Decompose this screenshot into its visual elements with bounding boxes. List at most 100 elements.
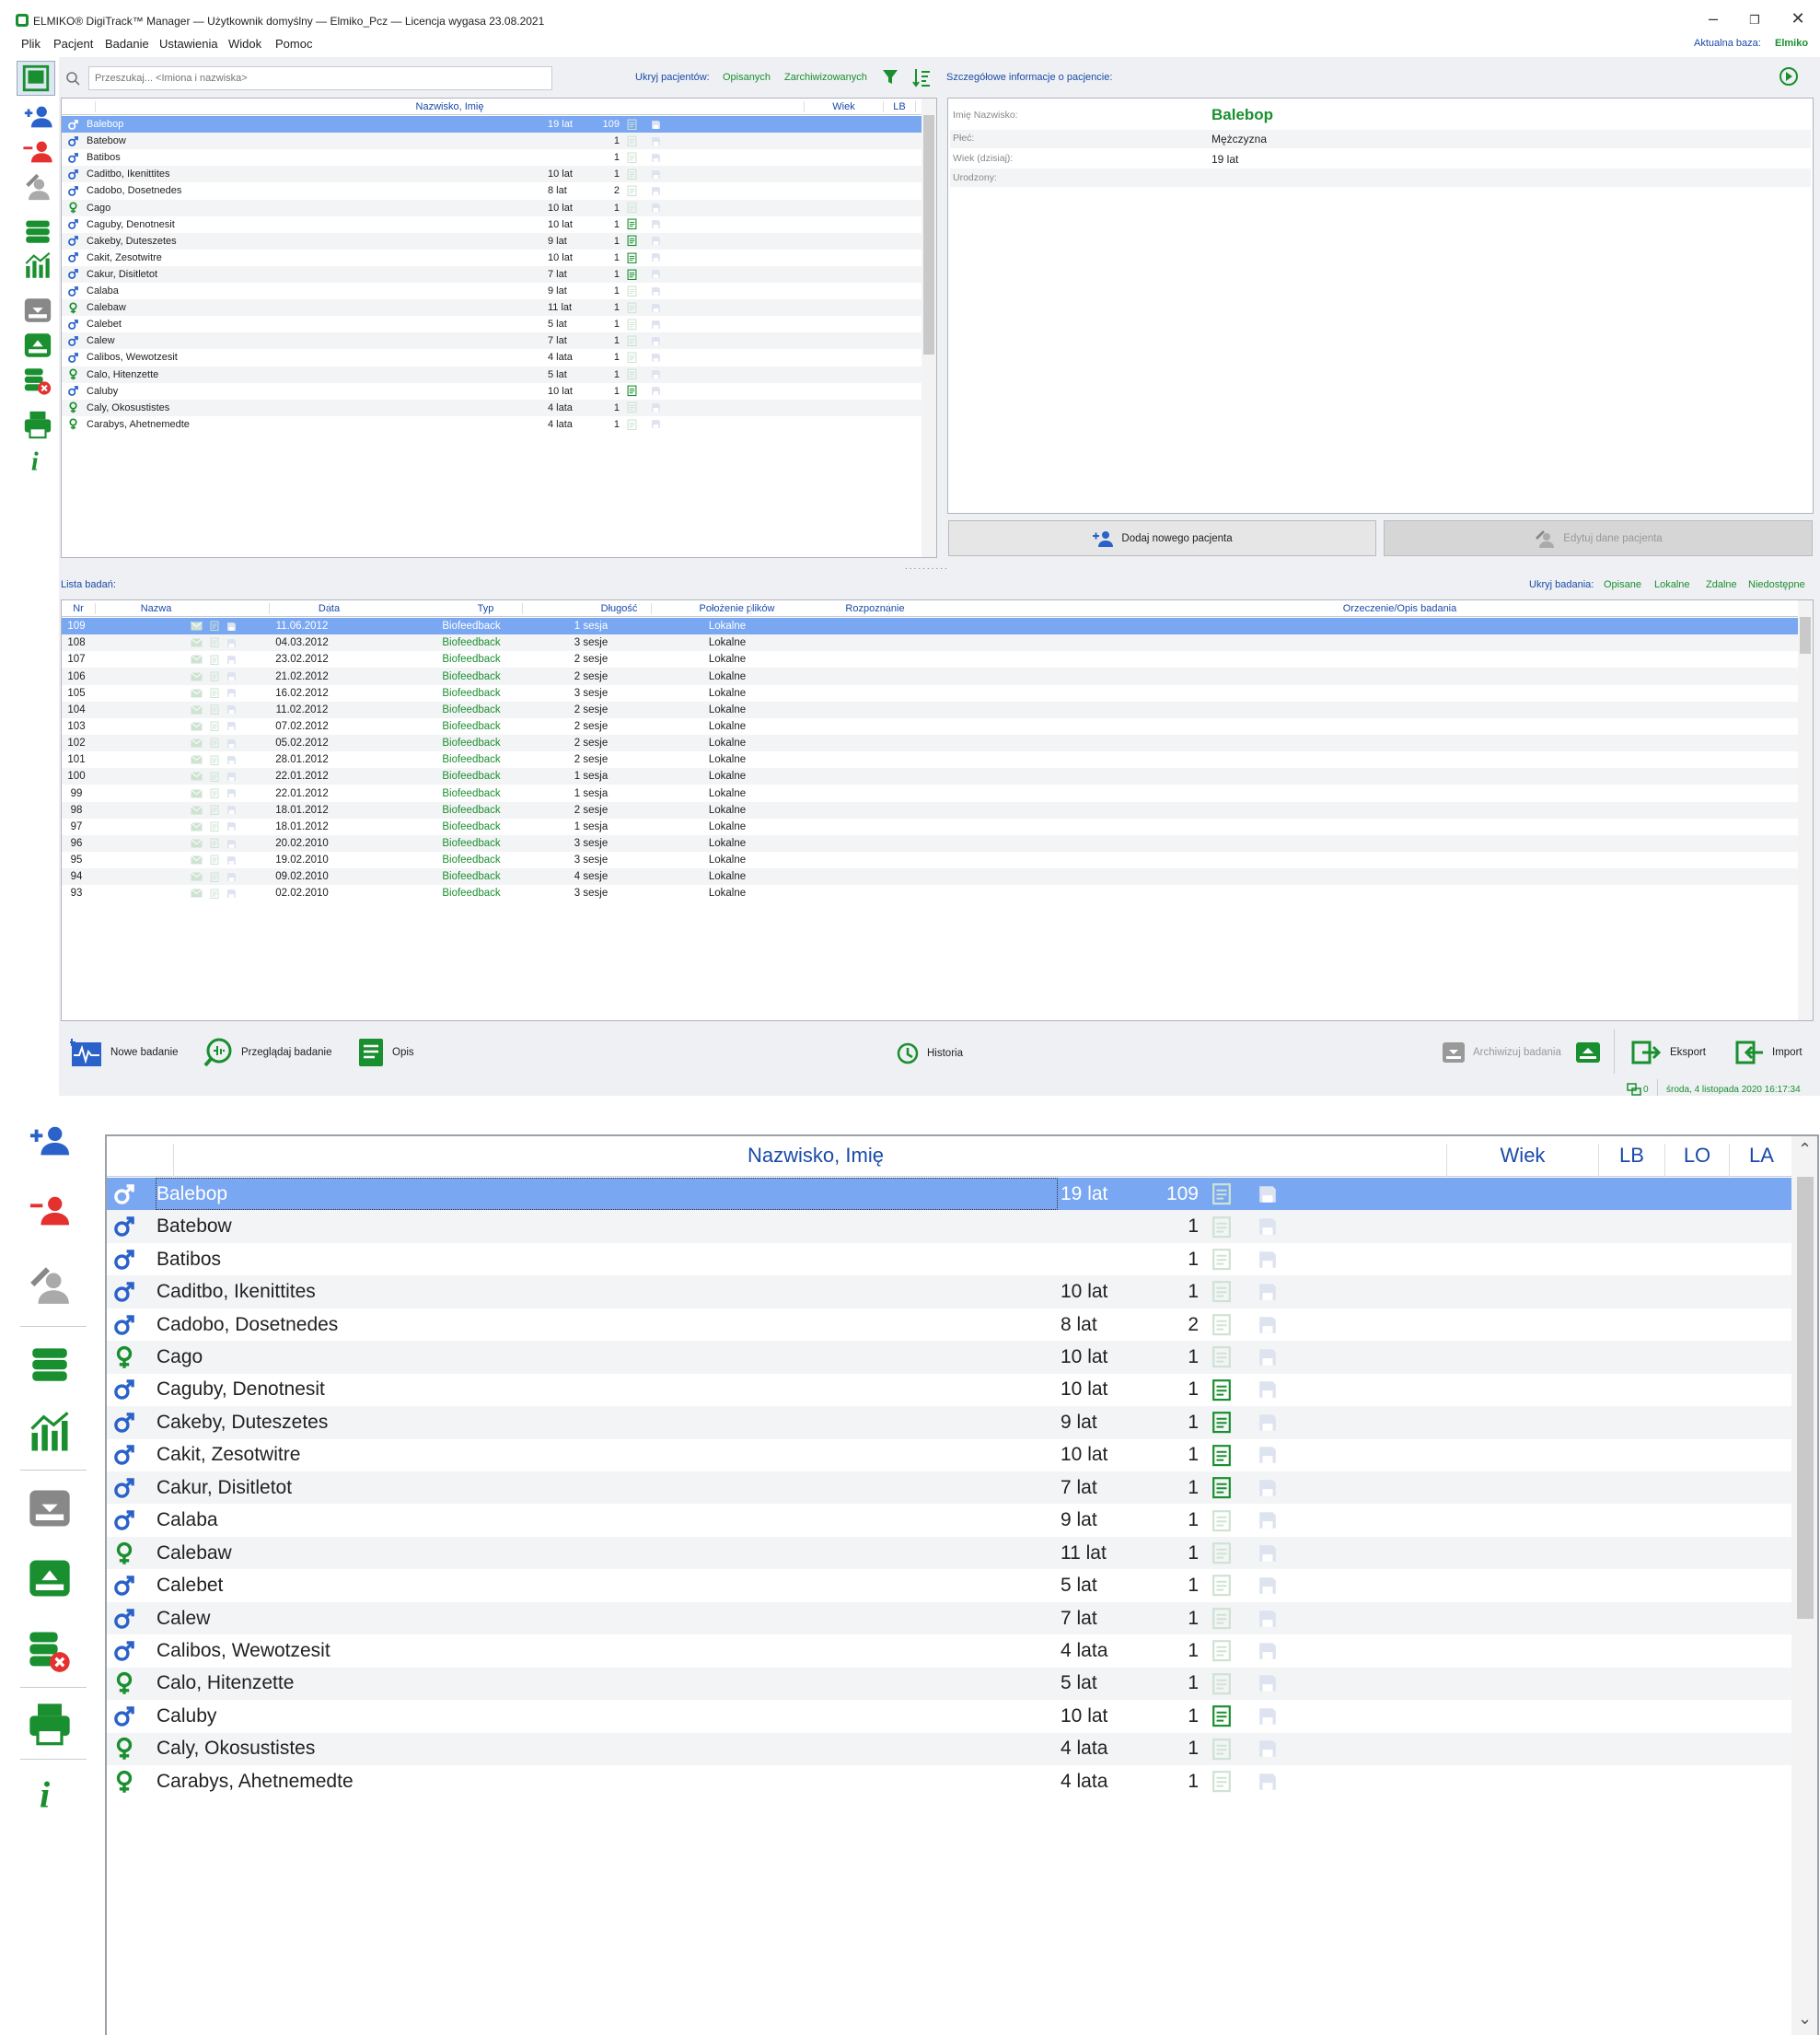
patient-row[interactable]: Caguby, Denotnesit 10 lat 1	[107, 1374, 1791, 1406]
la-save-indicator[interactable]	[651, 182, 661, 199]
lo-report-indicator[interactable]	[1211, 1243, 1232, 1275]
col-nr-header[interactable]: Nr	[62, 603, 95, 614]
lo-report-indicator[interactable]	[1211, 1275, 1232, 1308]
import-button[interactable]: Import	[1735, 1040, 1803, 1065]
lo-report-indicator[interactable]	[1211, 1341, 1232, 1373]
patient-row[interactable]: Calaba 9 lat 1	[62, 283, 922, 299]
lo-report-indicator[interactable]	[1211, 1210, 1232, 1242]
exam-row[interactable]: 108 04.03.2012 Biofeedback 3 sesje Lokalne	[62, 634, 1798, 652]
hide-described-exams[interactable]: Opisane	[1604, 579, 1641, 590]
lo-report-indicator[interactable]	[627, 216, 637, 233]
patient-row[interactable]: Caditbo, Ikenittites 10 lat 1	[62, 166, 922, 183]
lo-report-indicator[interactable]	[1211, 1602, 1232, 1634]
la-save-indicator[interactable]	[651, 149, 661, 166]
add-patient-button[interactable]: Dodaj nowego pacjenta	[948, 520, 1376, 556]
lo-report-indicator[interactable]	[1211, 1634, 1232, 1667]
sort-icon[interactable]	[911, 67, 932, 87]
la-save-indicator[interactable]	[651, 166, 661, 182]
col-name-header[interactable]: Nazwisko, Imię	[173, 1144, 1457, 1177]
patient-row[interactable]: Cakeby, Duteszetes 9 lat 1	[62, 232, 922, 250]
new-exam-button[interactable]: Nowe badanie	[70, 1037, 179, 1068]
lo-report-indicator[interactable]	[627, 133, 637, 149]
patient-row[interactable]: Batebow 1	[62, 133, 922, 150]
restore-button[interactable]: ❐	[1741, 13, 1768, 28]
lo-report-indicator[interactable]	[627, 332, 637, 349]
zoomed-scrollbar[interactable]: ⌃ ⌄	[1791, 1136, 1817, 2035]
patient-row[interactable]: Cadobo, Dosetnedes 8 lat 2	[107, 1308, 1791, 1341]
la-save-indicator[interactable]	[651, 299, 661, 316]
col-age-header[interactable]: Wiek	[1446, 1144, 1598, 1177]
exam-scrollbar[interactable]	[1798, 600, 1813, 1020]
exam-row[interactable]: 93 02.02.2010 Biofeedback 3 sesje Lokalne	[62, 885, 1798, 901]
lo-report-indicator[interactable]	[627, 116, 637, 133]
patient-row[interactable]: Cago 10 lat 1	[107, 1341, 1791, 1374]
chart-icon[interactable]	[26, 1409, 74, 1457]
col-exam-name-header[interactable]: Nazwa	[95, 603, 216, 614]
lo-report-indicator[interactable]	[1211, 1374, 1232, 1406]
patient-row[interactable]: Calibos, Wewotzesit 4 lata 1	[107, 1634, 1791, 1667]
sidebar-database[interactable]	[18, 214, 57, 249]
col-age-header[interactable]: Wiek	[804, 101, 883, 112]
lo-report-indicator[interactable]	[1211, 1505, 1232, 1537]
lo-report-indicator[interactable]	[627, 349, 637, 366]
patient-row[interactable]: Cakeby, Duteszetes 9 lat 1	[107, 1406, 1791, 1439]
restore-archive-icon[interactable]	[1575, 1040, 1601, 1065]
patient-row[interactable]: Calebet 5 lat 1	[107, 1569, 1791, 1601]
hide-unavailable-exams[interactable]: Niedostępne	[1748, 579, 1805, 590]
patient-row[interactable]: Batibos 1	[107, 1243, 1791, 1275]
patient-scrollbar[interactable]	[922, 99, 936, 557]
la-save-indicator[interactable]	[1258, 1569, 1278, 1601]
la-save-indicator[interactable]	[651, 332, 661, 349]
la-save-indicator[interactable]	[651, 416, 661, 433]
edit-user-icon[interactable]	[26, 1262, 74, 1308]
lo-report-indicator[interactable]	[627, 400, 637, 416]
history-button[interactable]: Historia	[896, 1041, 963, 1065]
lo-report-indicator[interactable]	[627, 299, 637, 316]
archive-down-icon[interactable]	[26, 1484, 74, 1532]
close-button[interactable]: ✕	[1784, 9, 1812, 29]
hide-described-toggle[interactable]: Opisanych	[723, 72, 771, 83]
la-save-indicator[interactable]	[651, 283, 661, 299]
patient-row[interactable]: Cadobo, Dosetnedes 8 lat 2	[62, 182, 922, 199]
patient-row[interactable]: Caluby 10 lat 1	[62, 383, 922, 400]
exam-row[interactable]: 109 11.06.2012 Biofeedback 1 sesja Lokalne	[62, 618, 1798, 635]
la-save-indicator[interactable]	[651, 216, 661, 233]
col-la-header[interactable]: LA	[1729, 1144, 1793, 1177]
database-icon[interactable]	[26, 1341, 74, 1387]
sidebar-statistics[interactable]	[18, 249, 57, 284]
patient-row[interactable]: Cakit, Zesotwitre 10 lat 1	[107, 1439, 1791, 1471]
patient-row[interactable]: Batibos 1	[62, 149, 922, 166]
db-selector[interactable]: Elmiko	[1775, 38, 1808, 49]
col-lo-header[interactable]: LO	[1664, 1144, 1729, 1177]
sidebar-info[interactable]: i	[18, 442, 57, 477]
lo-report-indicator[interactable]	[1211, 1765, 1232, 1797]
add-user-icon[interactable]	[26, 1122, 74, 1164]
la-save-indicator[interactable]	[1258, 1700, 1278, 1732]
archive-exams-button[interactable]: Archiwizuj badania	[1442, 1040, 1561, 1065]
patient-row[interactable]: Calaba 9 lat 1	[107, 1505, 1791, 1537]
patient-row[interactable]: Calo, Hitenzette 5 lat 1	[107, 1667, 1791, 1701]
sidebar-add-patient[interactable]	[18, 99, 57, 134]
sidebar-archive[interactable]	[18, 293, 57, 328]
patient-row[interactable]: Cakur, Disitletot 7 lat 1	[107, 1471, 1791, 1505]
menu-plik[interactable]: Plik	[21, 37, 41, 51]
scroll-up-icon[interactable]: ⌃	[1798, 1140, 1812, 1159]
la-save-indicator[interactable]	[1258, 1439, 1278, 1471]
lo-report-indicator[interactable]	[627, 416, 637, 433]
sidebar-delete-database[interactable]	[18, 363, 57, 398]
exam-row[interactable]: 105 16.02.2012 Biofeedback 3 sesje Lokalne	[62, 685, 1798, 702]
database-delete-icon[interactable]	[26, 1626, 74, 1674]
scroll-down-icon[interactable]: ⌄	[1798, 2009, 1812, 2029]
la-save-indicator[interactable]	[651, 383, 661, 400]
la-save-indicator[interactable]	[1258, 1243, 1278, 1275]
patient-row[interactable]: Caluby 10 lat 1	[107, 1700, 1791, 1732]
patient-row[interactable]: Carabys, Ahetnemedte 4 lata 1	[62, 416, 922, 433]
exam-row[interactable]: 97 18.01.2012 Biofeedback 1 sesja Lokalne	[62, 819, 1798, 835]
edit-patient-button[interactable]: Edytuj dane pacjenta	[1384, 520, 1813, 556]
exam-row[interactable]: 94 09.02.2010 Biofeedback 4 sesje Lokalne	[62, 868, 1798, 886]
la-save-indicator[interactable]	[651, 349, 661, 366]
la-save-indicator[interactable]	[1258, 1341, 1278, 1373]
la-save-indicator[interactable]	[1258, 1471, 1278, 1504]
patient-row[interactable]: Calew 7 lat 1	[62, 332, 922, 350]
sidebar-edit-patient[interactable]	[18, 169, 57, 204]
